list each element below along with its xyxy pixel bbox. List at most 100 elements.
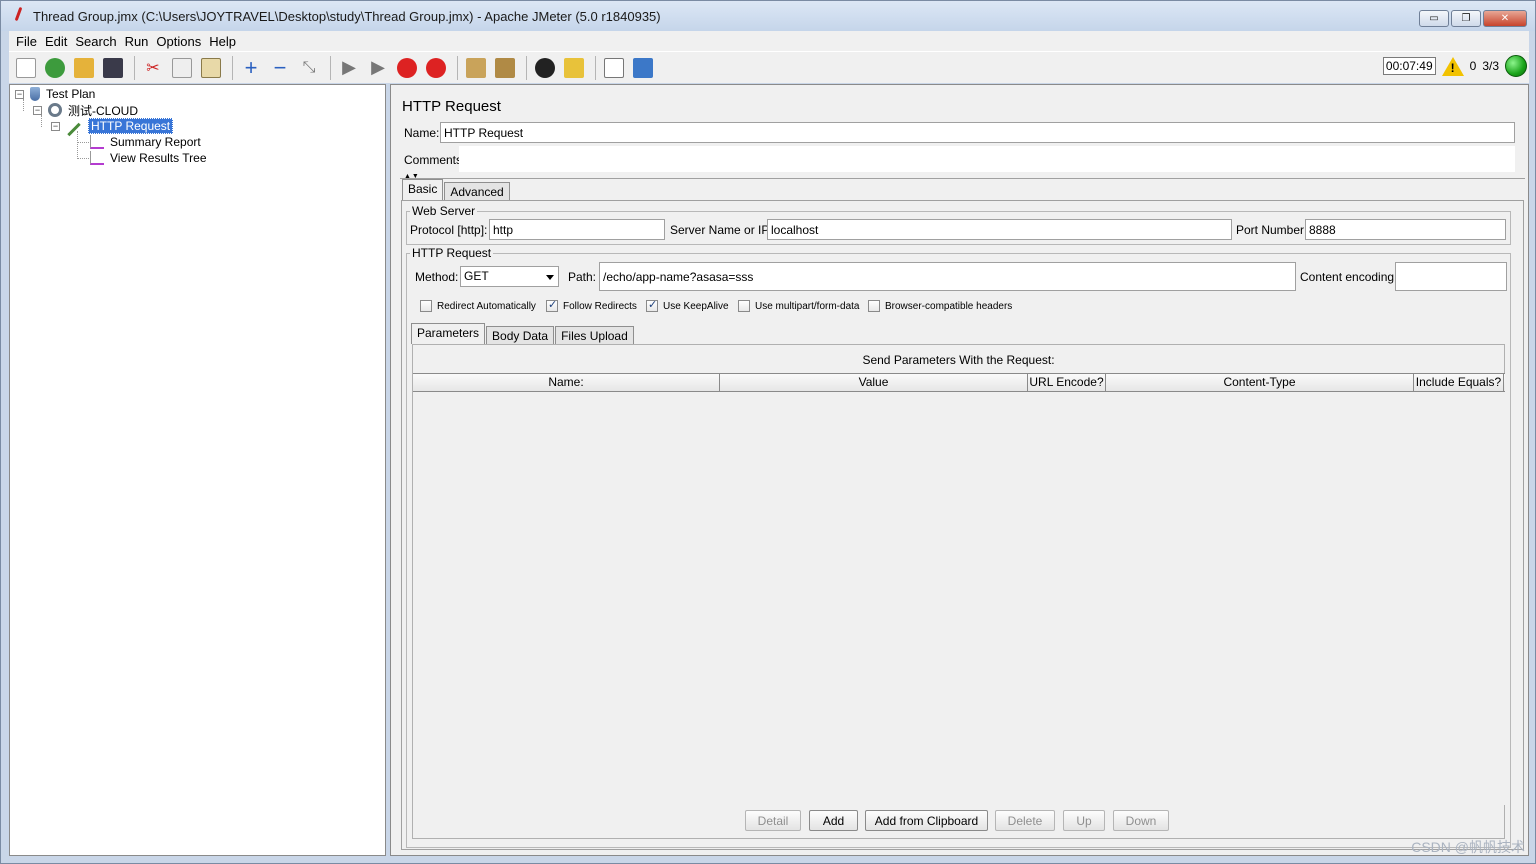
clear-icon[interactable] xyxy=(463,55,489,81)
tab-files-upload[interactable]: Files Upload xyxy=(555,326,634,344)
listener-chart-icon xyxy=(90,135,104,149)
redirect-automatically-checkbox[interactable]: Redirect Automatically xyxy=(420,300,536,312)
up-button[interactable]: Up xyxy=(1063,810,1105,831)
column-header-value[interactable]: Value xyxy=(720,374,1028,391)
collapse-toggle-icon[interactable]: − xyxy=(33,105,42,115)
copy-icon[interactable] xyxy=(169,55,195,81)
collapse-toggle-icon[interactable]: − xyxy=(15,89,24,99)
column-header-name[interactable]: Name: xyxy=(413,374,720,391)
collapse-toggle-icon[interactable]: − xyxy=(51,121,60,131)
tree-line xyxy=(77,158,89,159)
start-icon[interactable]: ▶ xyxy=(336,55,362,81)
elapsed-timer: 00:07:49 xyxy=(1382,57,1436,75)
tree-node-label: 测试-CLOUD xyxy=(68,103,139,118)
toolbar-separator xyxy=(134,55,135,80)
tab-body-data[interactable]: Body Data xyxy=(486,326,555,344)
parameters-table[interactable]: Name: Value URL Encode? Content-Type Inc… xyxy=(413,373,1505,805)
use-multipart-checkbox[interactable]: Use multipart/form-data xyxy=(738,300,859,312)
toolbar-separator xyxy=(526,55,527,80)
warning-icon[interactable] xyxy=(1441,56,1464,76)
search-icon[interactable] xyxy=(532,55,558,81)
web-server-legend: Web Server xyxy=(410,204,478,218)
chevron-down-icon xyxy=(546,275,554,280)
menu-run[interactable]: Run xyxy=(121,34,153,49)
window-title: Thread Group.jmx (C:\Users\JOYTRAVEL\Des… xyxy=(33,8,661,24)
checkbox-box[interactable] xyxy=(420,300,432,312)
toolbar-separator xyxy=(330,55,331,80)
tree-node-view-results-tree[interactable]: View Results Tree xyxy=(90,150,207,166)
menu-bar: File Edit Search Run Options Help xyxy=(9,31,1529,51)
save-icon[interactable] xyxy=(100,55,126,81)
checkbox-box[interactable] xyxy=(646,298,658,312)
down-button[interactable]: Down xyxy=(1113,810,1169,831)
browser-compatible-headers-checkbox[interactable]: Browser-compatible headers xyxy=(868,300,1012,312)
toolbar-separator xyxy=(457,55,458,80)
menu-options[interactable]: Options xyxy=(152,34,205,49)
column-header-include-equals[interactable]: Include Equals? xyxy=(1414,374,1504,391)
port-field[interactable] xyxy=(1305,219,1506,240)
server-label: Server Name or IP: xyxy=(670,223,773,237)
expand-icon[interactable]: + xyxy=(238,55,264,81)
delete-button[interactable]: Delete xyxy=(995,810,1055,831)
add-button[interactable]: Add xyxy=(809,810,858,831)
status-area: 00:07:49 0 3/3 xyxy=(1382,55,1527,77)
title-bar: Thread Group.jmx (C:\Users\JOYTRAVEL\Des… xyxy=(1,1,1535,31)
paste-icon[interactable] xyxy=(198,55,224,81)
content-encoding-field[interactable] xyxy=(1395,262,1507,291)
window-controls: ▭ ❐ ✕ xyxy=(1419,10,1527,27)
follow-redirects-checkbox[interactable]: Follow Redirects xyxy=(546,298,637,312)
tree-node-thread-group[interactable]: − 测试-CLOUD xyxy=(33,102,138,118)
path-field[interactable] xyxy=(599,262,1296,291)
server-field[interactable] xyxy=(767,219,1232,240)
comments-field[interactable] xyxy=(459,146,1515,172)
clear-all-icon[interactable] xyxy=(492,55,518,81)
name-field[interactable] xyxy=(440,122,1515,143)
restore-button[interactable]: ❐ xyxy=(1451,10,1481,27)
minimize-button[interactable]: ▭ xyxy=(1419,10,1449,27)
templates-icon[interactable] xyxy=(42,55,68,81)
tab-advanced[interactable]: Advanced xyxy=(444,182,510,200)
shutdown-icon[interactable] xyxy=(423,55,449,81)
tree-node-http-request[interactable]: − HTTP Request xyxy=(51,118,174,136)
toggle-icon[interactable]: ⤡ xyxy=(296,55,322,81)
menu-help[interactable]: Help xyxy=(205,34,240,49)
open-icon[interactable] xyxy=(71,55,97,81)
cut-icon[interactable]: ✂ xyxy=(140,55,166,81)
add-from-clipboard-button[interactable]: Add from Clipboard xyxy=(865,810,988,831)
test-plan-icon xyxy=(30,87,40,101)
use-keepalive-checkbox[interactable]: Use KeepAlive xyxy=(646,298,729,312)
port-label: Port Number: xyxy=(1236,223,1308,237)
toolbar: ✂ + − ⤡ ▶ ▶ 00:07:49 0 3/3 xyxy=(9,51,1529,83)
checkbox-box[interactable] xyxy=(546,298,558,312)
collapse-icon[interactable]: − xyxy=(267,55,293,81)
tree-node-summary-report[interactable]: Summary Report xyxy=(90,134,201,150)
menu-file[interactable]: File xyxy=(12,34,41,49)
detail-button[interactable]: Detail xyxy=(745,810,801,831)
tree-node-test-plan[interactable]: − Test Plan xyxy=(15,86,95,102)
toolbar-separator xyxy=(232,55,233,80)
menu-search[interactable]: Search xyxy=(71,34,120,49)
content-encoding-label: Content encoding: xyxy=(1300,270,1398,284)
checkbox-label: Follow Redirects xyxy=(563,300,637,312)
protocol-field[interactable] xyxy=(489,219,665,240)
close-button[interactable]: ✕ xyxy=(1483,10,1527,27)
warning-count: 0 xyxy=(1469,59,1477,73)
stop-icon[interactable] xyxy=(394,55,420,81)
tab-basic[interactable]: Basic xyxy=(402,179,444,200)
sampler-pipette-icon xyxy=(67,122,81,136)
column-header-url-encode[interactable]: URL Encode? xyxy=(1028,374,1106,391)
comments-label: Comments: xyxy=(404,153,466,167)
column-header-content-type[interactable]: Content-Type xyxy=(1106,374,1414,391)
checkbox-box[interactable] xyxy=(738,300,750,312)
start-no-pauses-icon[interactable]: ▶ xyxy=(365,55,391,81)
name-label: Name: xyxy=(404,126,440,140)
function-helper-icon[interactable] xyxy=(601,55,627,81)
new-icon[interactable] xyxy=(13,55,39,81)
help-icon[interactable] xyxy=(630,55,656,81)
reset-search-icon[interactable] xyxy=(561,55,587,81)
test-plan-tree: − Test Plan − 测试-CLOUD − HTTP Request Su… xyxy=(9,84,386,856)
checkbox-box[interactable] xyxy=(868,300,880,312)
menu-edit[interactable]: Edit xyxy=(41,34,71,49)
method-select[interactable]: GET xyxy=(460,266,559,287)
tab-parameters[interactable]: Parameters xyxy=(411,323,486,344)
